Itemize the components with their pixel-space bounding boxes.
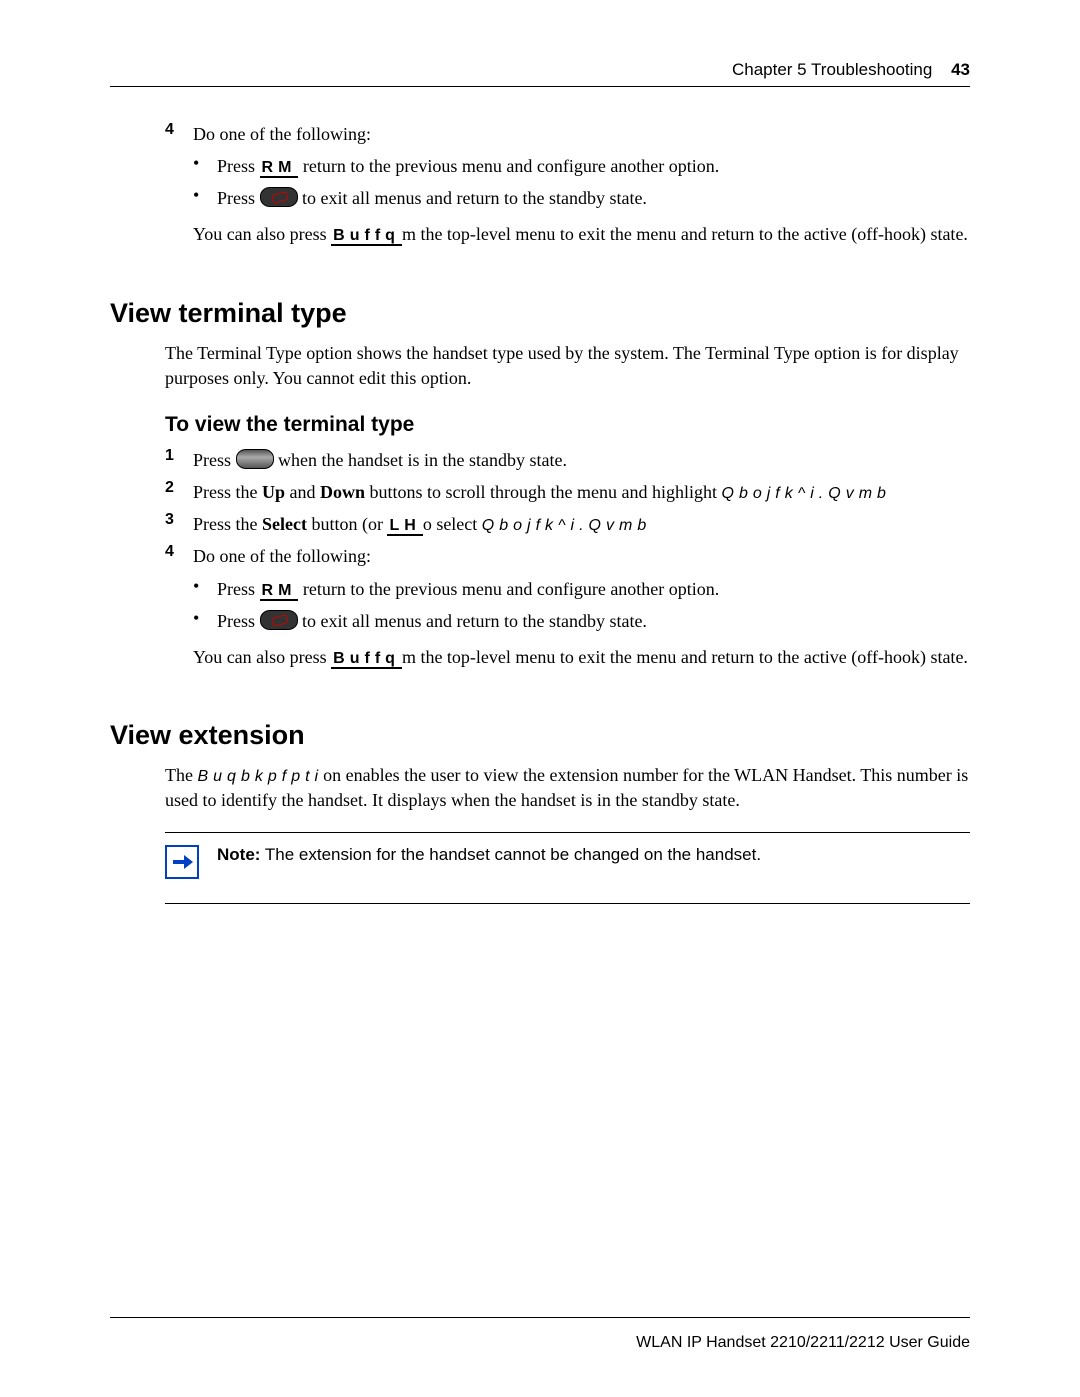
- step-text: Press the Up and Down buttons to scroll …: [193, 479, 970, 505]
- menu-option-label: Qbojfk^i.Qvmb: [722, 485, 891, 502]
- bullet-item: • Press to exit all menus and return to …: [193, 608, 970, 634]
- arrow-right-icon: [165, 845, 199, 879]
- section-intro: The Buqbkpfption enables the user to vie…: [165, 763, 970, 814]
- bullet-item: • Press RM return to the previous menu a…: [193, 153, 970, 179]
- page-number: 43: [951, 60, 970, 79]
- note-label: Note:: [217, 845, 260, 864]
- step: 4 Do one of the following:: [165, 543, 970, 569]
- bullet-item: • Press RM return to the previous menu a…: [193, 576, 970, 602]
- step-text: Press when the handset is in the standby…: [193, 447, 970, 473]
- step-number: 4: [165, 121, 193, 147]
- document-page: Chapter 5 Troubleshooting 43 4 Do one of…: [0, 0, 1080, 1397]
- end-button-icon: [260, 610, 298, 630]
- softkey-label: Buffq: [331, 227, 402, 246]
- bullet-marker: •: [193, 608, 217, 634]
- step-number: 3: [165, 511, 193, 537]
- bullet-text: Press to exit all menus and return to th…: [217, 185, 970, 211]
- step-text: Do one of the following:: [193, 121, 970, 147]
- end-button-icon: [260, 187, 298, 207]
- bullet-marker: •: [193, 576, 217, 602]
- bullet-text: Press RM return to the previous menu and…: [217, 153, 970, 179]
- body: 4 Do one of the following: • Press RM re…: [110, 87, 970, 904]
- page-footer: WLAN IP Handset 2210/2211/2212 User Guid…: [110, 1317, 970, 1352]
- bullet-text: Press to exit all menus and return to th…: [217, 608, 970, 634]
- step: 3 Press the Select button (or LHo select…: [165, 511, 970, 537]
- step-number: 1: [165, 447, 193, 473]
- menu-option-label: Qbojfk^i.Qvmb: [482, 517, 651, 534]
- step: 2 Press the Up and Down buttons to scrol…: [165, 479, 970, 505]
- page-header: Chapter 5 Troubleshooting 43: [110, 60, 970, 87]
- section-intro: The Terminal Type option shows the hands…: [165, 341, 970, 391]
- section-heading: View extension: [110, 720, 970, 751]
- bullet-text: Press RM return to the previous menu and…: [217, 576, 970, 602]
- section-heading: View terminal type: [110, 298, 970, 329]
- step-note: You can also press Buffqm the top-level …: [193, 221, 970, 247]
- softkey-label: RM: [260, 582, 299, 601]
- chapter-label: Chapter 5 Troubleshooting: [732, 60, 932, 79]
- step-text: Do one of the following:: [193, 543, 970, 569]
- bullet-marker: •: [193, 153, 217, 179]
- oval-button-icon: [236, 449, 274, 469]
- note-text: Note: The extension for the handset cann…: [217, 843, 761, 879]
- softkey-label: RM: [260, 159, 299, 178]
- softkey-label: Buffq: [331, 650, 402, 669]
- note-block: Note: The extension for the handset cann…: [165, 832, 970, 904]
- bullet-marker: •: [193, 185, 217, 211]
- subsection-heading: To view the terminal type: [165, 413, 970, 437]
- step-text: Press the Select button (or LHo select Q…: [193, 511, 970, 537]
- step: 4 Do one of the following:: [165, 121, 970, 147]
- step-note: You can also press Buffqm the top-level …: [193, 644, 970, 670]
- step-number: 2: [165, 479, 193, 505]
- softkey-label: LH: [387, 517, 422, 536]
- bullet-item: • Press to exit all menus and return to …: [193, 185, 970, 211]
- menu-option-label: Buqbkpfpti: [197, 768, 323, 785]
- step: 1 Press when the handset is in the stand…: [165, 447, 970, 473]
- step-number: 4: [165, 543, 193, 569]
